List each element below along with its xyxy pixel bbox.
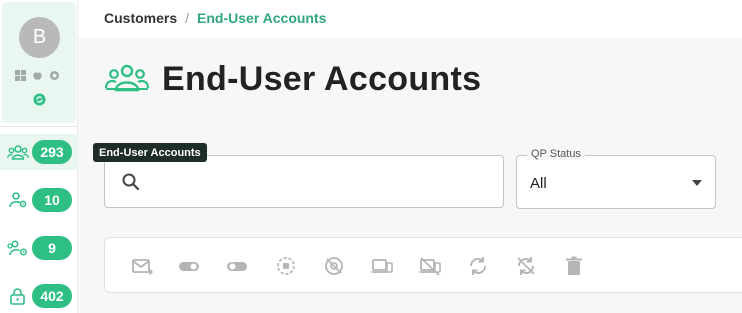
users-group-icon [7, 143, 29, 161]
windows-icon [15, 68, 26, 81]
sidebar-item-end-user-accounts[interactable]: 293 [0, 134, 78, 170]
count-badge: 10 [32, 188, 72, 212]
tooltip: End-User Accounts [93, 143, 207, 162]
breadcrumb: Customers / End-User Accounts [104, 10, 326, 26]
sync-status-icon [33, 93, 46, 106]
breadcrumb-separator: / [185, 10, 190, 26]
search-input[interactable] [151, 168, 491, 196]
sidebar-divider [0, 126, 78, 127]
globe-icon [49, 68, 60, 80]
sync-icon[interactable] [466, 254, 490, 278]
breadcrumb-link-customers[interactable]: Customers [104, 10, 177, 26]
apple-icon [32, 68, 43, 80]
trash-icon[interactable] [562, 254, 586, 278]
user-settings-icon [7, 191, 29, 209]
timer-icon[interactable] [274, 254, 298, 278]
avatar[interactable]: B [19, 17, 60, 58]
block-icon[interactable] [322, 254, 346, 278]
qp-status-value: All [530, 175, 547, 192]
mail-forward-icon[interactable] [130, 254, 154, 278]
page-heading: End-User Accounts [104, 60, 481, 99]
sidebar-item-locked[interactable]: 402 [0, 278, 78, 313]
toggle-off-icon[interactable] [177, 254, 201, 278]
breadcrumb-current: End-User Accounts [197, 10, 327, 26]
devices-icon[interactable] [370, 254, 394, 278]
status-icons [15, 68, 60, 81]
action-toolbar [104, 237, 742, 293]
users-group-icon [104, 62, 150, 97]
qp-status-select[interactable]: QP Status All [516, 148, 716, 209]
sidebar-item-group-settings[interactable]: 9 [0, 230, 78, 266]
page-title: End-User Accounts [162, 60, 482, 98]
devices-off-icon[interactable] [418, 254, 442, 278]
sync-off-icon[interactable] [514, 254, 538, 278]
group-settings-icon [7, 239, 29, 257]
lock-icon [7, 287, 29, 305]
chevron-down-icon [692, 180, 702, 186]
qp-status-label: QP Status [527, 148, 585, 160]
sidebar-item-user-settings[interactable]: 10 [0, 182, 78, 218]
toggle-off-icon[interactable] [225, 254, 249, 278]
search-icon [121, 172, 141, 192]
profile-panel: B [2, 2, 76, 123]
count-badge: 402 [32, 284, 72, 308]
count-badge: 9 [32, 236, 72, 260]
search-field[interactable] [104, 155, 504, 208]
count-badge: 293 [32, 140, 72, 164]
sidebar: B 293 10 9 402 [0, 0, 78, 313]
